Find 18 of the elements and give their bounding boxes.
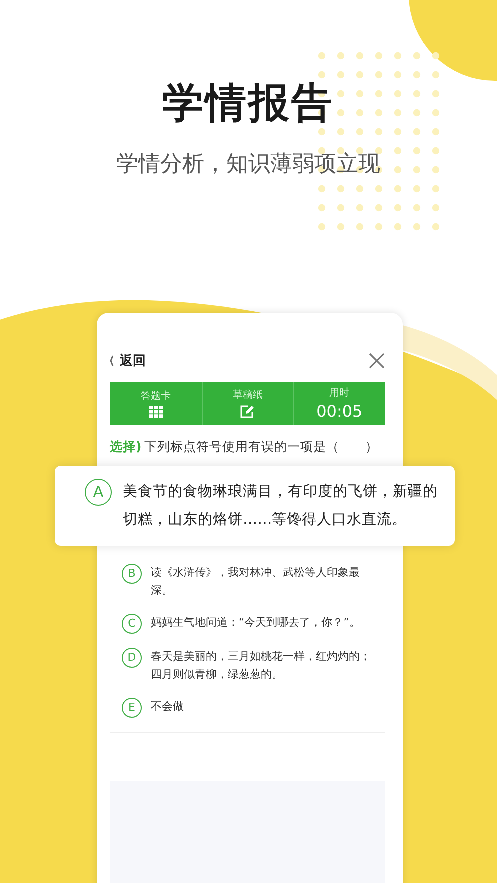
option-text[interactable]: 读《水浒传》，我对林冲、武松等人印象最深。 xyxy=(151,564,379,600)
question-type: 选择) xyxy=(110,439,142,454)
toolbar-label: 用时 xyxy=(330,386,350,400)
close-icon[interactable] xyxy=(369,353,385,369)
back-icon[interactable] xyxy=(110,355,114,367)
option-text[interactable]: 春天是美丽的，三月如桃花一样，红灼灼的；四月则似青柳，绿葱葱的。 xyxy=(151,648,379,684)
page-subtitle: 学情分析，知识薄弱项立现 xyxy=(116,151,380,179)
edit-icon[interactable] xyxy=(240,405,256,419)
grid-icon[interactable] xyxy=(148,406,163,418)
option-text[interactable]: 妈妈生气地问道：“今天到哪去了，你？”。 xyxy=(151,614,360,632)
toolbar-label: 答题卡 xyxy=(140,390,171,403)
option-text[interactable]: 不会做 xyxy=(151,698,184,716)
option-text[interactable]: 美食节的食物琳琅满目，有印度的飞饼，新疆的切糕，山东的烙饼……等馋得人口水直流。 xyxy=(123,478,447,534)
page-title: 学情报告 xyxy=(162,78,334,129)
question-text: 下列标点符号使用有误的一项是（ ） xyxy=(144,439,379,454)
timer-value: 00:05 xyxy=(316,403,363,421)
back-button[interactable]: 返回 xyxy=(120,352,146,370)
toolbar-label: 草稿纸 xyxy=(232,388,263,402)
